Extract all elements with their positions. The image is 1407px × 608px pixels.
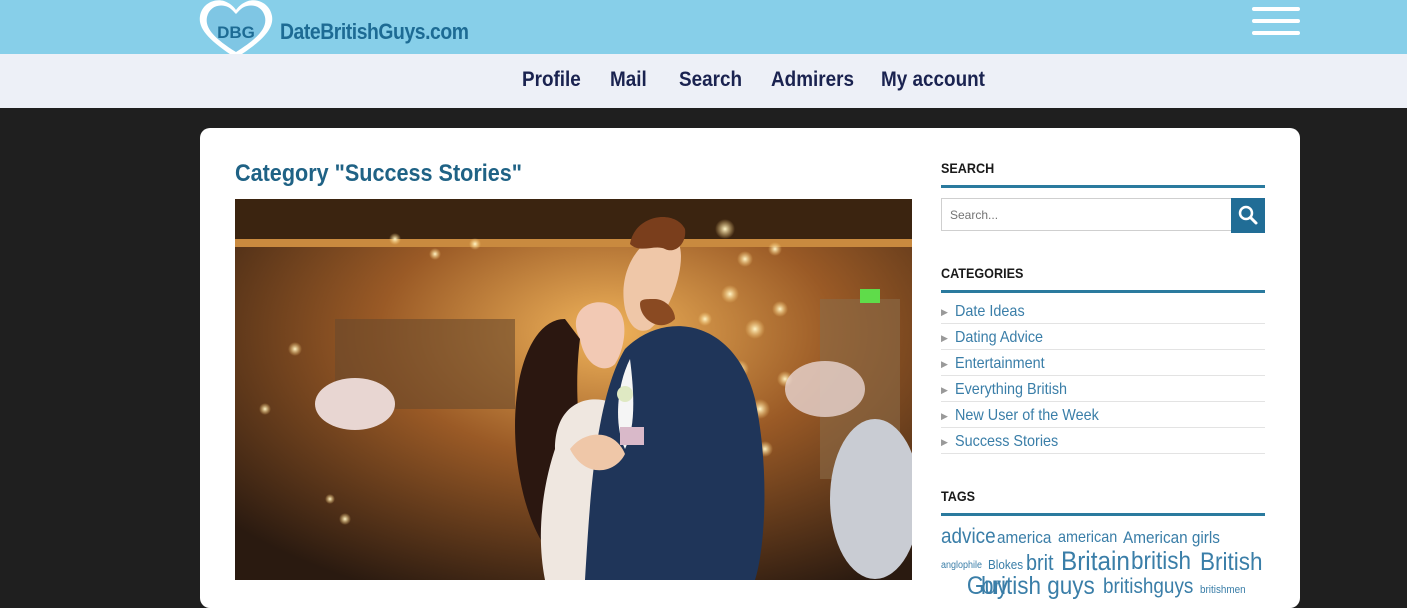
- category-label: Everything British: [955, 381, 1068, 398]
- category-item-entertainment[interactable]: ▶ Entertainment: [941, 350, 1265, 376]
- tag-link[interactable]: america: [997, 528, 1051, 548]
- category-label: Entertainment: [955, 355, 1045, 372]
- hamburger-icon[interactable]: [1252, 7, 1300, 39]
- site-header: DBG DateBritishGuys.com: [0, 0, 1407, 59]
- site-name[interactable]: DateBritishGuys.com: [280, 19, 469, 45]
- category-item-date-ideas[interactable]: ▶ Date Ideas: [941, 298, 1265, 324]
- featured-image[interactable]: [235, 199, 912, 580]
- nav-search[interactable]: Search: [679, 68, 742, 92]
- tag-link[interactable]: American girls: [1123, 528, 1220, 548]
- nav-admirers[interactable]: Admirers: [771, 68, 854, 92]
- nav-my-account[interactable]: My account: [881, 68, 985, 92]
- logo-mark-text: DBG: [217, 23, 255, 42]
- tags-heading: TAGS: [941, 488, 976, 504]
- triangle-right-icon: ▶: [941, 411, 948, 421]
- nav-profile[interactable]: Profile: [522, 68, 581, 92]
- category-label: New User of the Week: [955, 407, 1099, 424]
- triangle-right-icon: ▶: [941, 385, 948, 395]
- category-item-new-user-of-the-week[interactable]: ▶ New User of the Week: [941, 402, 1265, 428]
- tag-link[interactable]: british guys: [981, 572, 1095, 601]
- search-divider: [941, 185, 1265, 188]
- main-nav: Profile Mail Search Admirers My account: [0, 54, 1407, 108]
- triangle-right-icon: ▶: [941, 333, 948, 343]
- category-label: Success Stories: [955, 433, 1059, 450]
- tag-link[interactable]: Blokes: [988, 557, 1023, 572]
- tag-link[interactable]: britishmen: [1200, 584, 1246, 596]
- tag-link[interactable]: British Guy: [967, 548, 1263, 600]
- category-label: Date Ideas: [955, 303, 1025, 320]
- triangle-right-icon: ▶: [941, 307, 948, 317]
- tag-link[interactable]: american: [1058, 529, 1117, 547]
- category-item-dating-advice[interactable]: ▶ Dating Advice: [941, 324, 1265, 350]
- search-input[interactable]: [941, 198, 1231, 231]
- search-heading: SEARCH: [941, 160, 995, 176]
- tag-link[interactable]: anglophile: [941, 560, 982, 571]
- tag-link[interactable]: british: [1131, 547, 1191, 576]
- tags-divider: [941, 513, 1265, 516]
- search-button[interactable]: [1231, 198, 1265, 233]
- category-item-success-stories[interactable]: ▶ Success Stories: [941, 428, 1265, 454]
- heart-logo-icon[interactable]: DBG: [198, 0, 274, 60]
- page-title: Category "Success Stories": [235, 160, 523, 187]
- categories-divider: [941, 290, 1265, 293]
- categories-heading: CATEGORIES: [941, 265, 1024, 281]
- triangle-right-icon: ▶: [941, 437, 948, 447]
- category-label: Dating Advice: [955, 329, 1044, 346]
- tag-link[interactable]: advice: [941, 525, 996, 549]
- search-icon: [1238, 205, 1258, 225]
- tag-link[interactable]: britishguys: [1103, 575, 1193, 599]
- category-item-everything-british[interactable]: ▶ Everything British: [941, 376, 1265, 402]
- triangle-right-icon: ▶: [941, 359, 948, 369]
- nav-mail[interactable]: Mail: [610, 68, 647, 92]
- categories-list: ▶ Date Ideas ▶ Dating Advice ▶ Entertainmen…: [941, 298, 1265, 454]
